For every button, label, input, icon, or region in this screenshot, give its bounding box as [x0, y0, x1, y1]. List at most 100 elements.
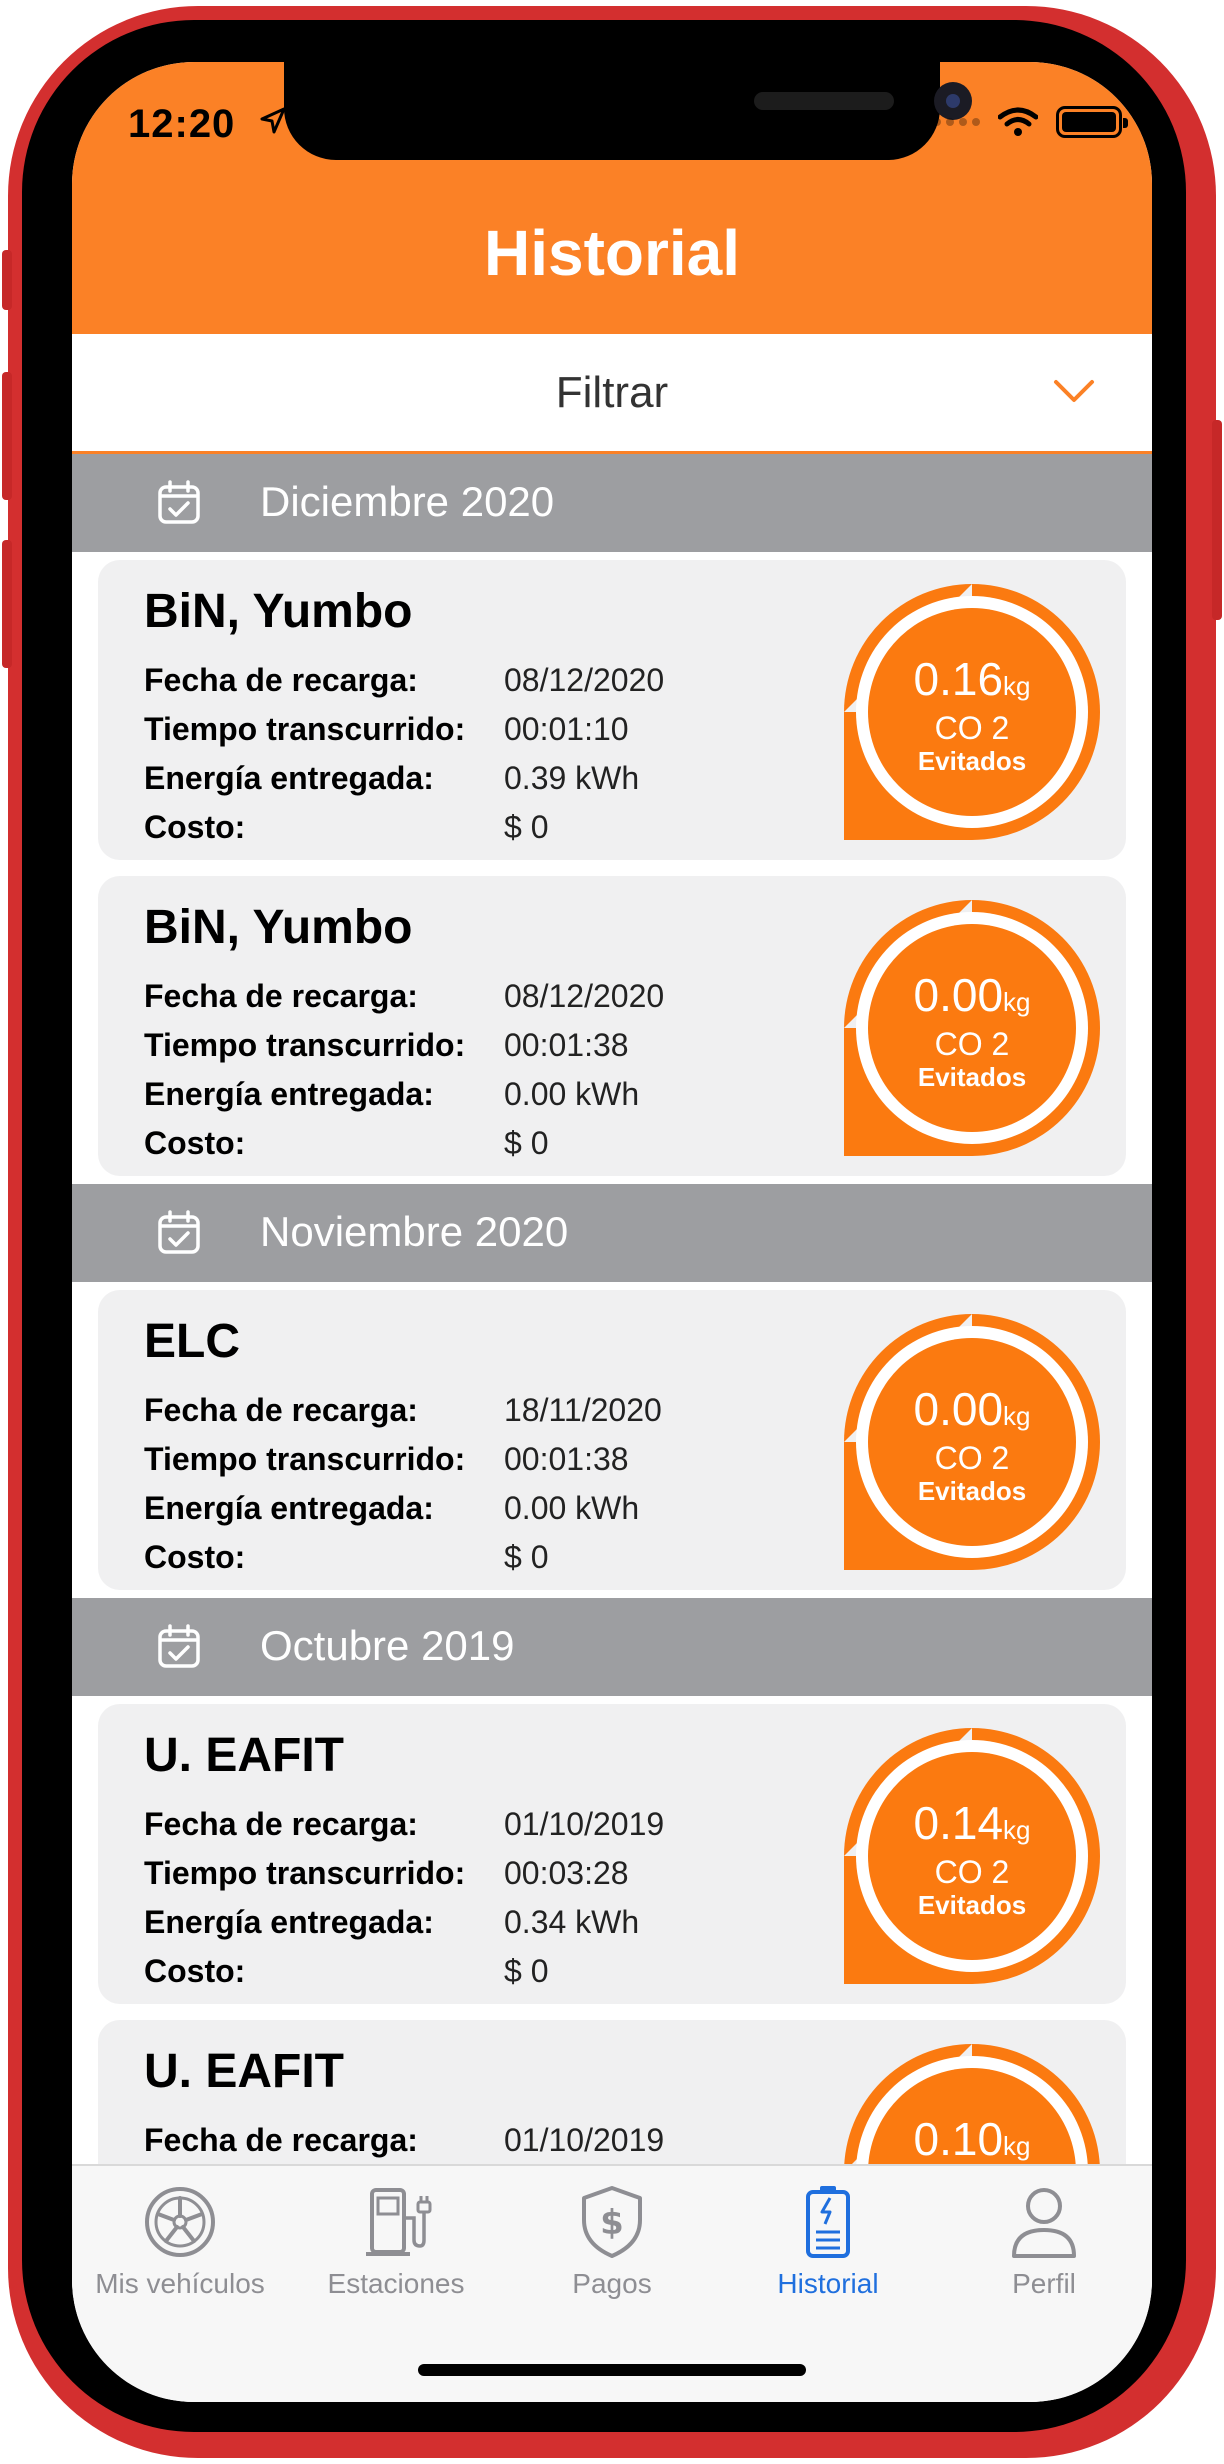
- cost-value: $ 0: [504, 1953, 549, 1989]
- co2-label: CO 2: [934, 1439, 1010, 1476]
- station-name: ELC: [144, 1315, 240, 1368]
- tab-label: Estaciones: [327, 2268, 465, 2299]
- person-icon: [1012, 2188, 1076, 2258]
- calendar-check-icon: [158, 480, 200, 524]
- energy-label: Energía entregada:: [144, 1904, 434, 1940]
- svg-text:$: $: [600, 2203, 624, 2243]
- co2-value: 0.00: [913, 968, 1004, 1021]
- wheel-icon: [145, 2187, 215, 2257]
- date-label: Fecha de recarga:: [144, 978, 418, 1014]
- energy-label: Energía entregada:: [144, 760, 434, 796]
- cost-label: Costo:: [144, 809, 246, 845]
- station-name: U. EAFIT: [144, 1729, 344, 1782]
- elapsed-label: Tiempo transcurrido:: [144, 1855, 466, 1891]
- tab-pagos[interactable]: $ Pagos: [504, 2184, 720, 2324]
- signal-icon: [933, 118, 980, 126]
- month-label: Octubre 2019: [260, 1622, 515, 1669]
- co2-badge: 0.16kg CO 2 Evitados: [844, 584, 1100, 840]
- date-label: Fecha de recarga:: [144, 2122, 418, 2158]
- elapsed-value: 00:01:38: [504, 1441, 629, 1477]
- co2-unit: kg: [1003, 2130, 1031, 2161]
- silent-switch: [2, 250, 12, 310]
- co2-value: 0.16: [913, 652, 1004, 705]
- avoided-label: Evitados: [917, 1475, 1027, 1506]
- month-label: Diciembre 2020: [260, 478, 555, 525]
- app-screen: 12:20 Historial Filtrar Diciembre 2020 B…: [72, 62, 1152, 2402]
- energy-label: Energía entregada:: [144, 1490, 434, 1526]
- station-name: U. EAFIT: [144, 2045, 344, 2098]
- speaker-grille: [754, 92, 894, 110]
- elapsed-label: Tiempo transcurrido:: [144, 1027, 466, 1063]
- date-label: Fecha de recarga:: [144, 1392, 418, 1428]
- elapsed-label: Tiempo transcurrido:: [144, 711, 466, 747]
- tab-mis-vehiculos[interactable]: Mis vehículos: [72, 2184, 288, 2324]
- cost-label: Costo:: [144, 1125, 246, 1161]
- co2-unit: kg: [1003, 986, 1031, 1017]
- battery-history-icon: [806, 2186, 850, 2258]
- tab-label: Historial: [777, 2268, 879, 2299]
- energy-value: 0.00 kWh: [504, 1490, 640, 1526]
- date-value: 01/10/2019: [504, 2122, 665, 2158]
- tab-estaciones[interactable]: Estaciones: [288, 2184, 504, 2324]
- volume-up-button: [2, 372, 12, 500]
- home-indicator[interactable]: [418, 2364, 806, 2376]
- date-label: Fecha de recarga:: [144, 1806, 418, 1842]
- avoided-label: Evitados: [917, 1889, 1027, 1920]
- date-value: 01/10/2019: [504, 1806, 665, 1842]
- month-label: Noviembre 2020: [260, 1208, 569, 1255]
- calendar-check-icon: [158, 1624, 200, 1668]
- avoided-label: Evitados: [917, 1061, 1027, 1092]
- shield-dollar-icon: $: [582, 2186, 642, 2258]
- date-label: Fecha de recarga:: [144, 662, 418, 698]
- energy-value: 0.34 kWh: [504, 1904, 640, 1940]
- month-header: Noviembre 2020: [72, 1184, 1152, 1282]
- tab-label: Mis vehículos: [95, 2268, 265, 2299]
- battery-icon: [1056, 106, 1128, 138]
- date-value: 08/12/2020: [504, 978, 665, 1014]
- co2-label: CO 2: [934, 709, 1010, 746]
- filter-dropdown[interactable]: Filtrar: [72, 334, 1152, 454]
- co2-unit: kg: [1003, 1814, 1031, 1845]
- co2-label: CO 2: [934, 1025, 1010, 1062]
- volume-down-button: [2, 540, 12, 668]
- page-title: Historial: [483, 217, 741, 289]
- tab-perfil[interactable]: Perfil: [936, 2184, 1152, 2324]
- elapsed-value: 00:03:28: [504, 1855, 629, 1891]
- co2-unit: kg: [1003, 1400, 1031, 1431]
- tab-label: Pagos: [572, 2268, 652, 2299]
- charge-record-card[interactable]: U. EAFIT Fecha de recarga: 01/10/2019 Tie…: [98, 1704, 1126, 2004]
- elapsed-label: Tiempo transcurrido:: [144, 1441, 466, 1477]
- co2-badge: 0.14kg CO 2 Evitados: [844, 1728, 1100, 1984]
- app-header: 12:20 Historial: [72, 62, 1152, 334]
- month-header: Diciembre 2020: [72, 454, 1152, 552]
- station-name: BiN, Yumbo: [144, 901, 413, 954]
- wifi-icon: [998, 107, 1038, 136]
- cost-value: $ 0: [504, 809, 549, 845]
- elapsed-value: 00:01:10: [504, 711, 629, 747]
- cost-label: Costo:: [144, 1539, 246, 1575]
- co2-value: 0.14: [913, 1796, 1004, 1849]
- charging-station-icon: [366, 2188, 432, 2256]
- energy-label: Energía entregada:: [144, 1076, 434, 1112]
- co2-label: CO 2: [934, 1853, 1010, 1890]
- device-notch: [284, 62, 972, 160]
- avoided-label: Evitados: [917, 745, 1027, 776]
- charge-record-card[interactable]: ELC Fecha de recarga: 18/11/2020 Tiempo t…: [98, 1290, 1126, 1590]
- tab-historial[interactable]: Historial: [720, 2184, 936, 2324]
- energy-value: 0.39 kWh: [504, 760, 640, 796]
- cost-value: $ 0: [504, 1539, 549, 1575]
- history-list: Diciembre 2020 BiN, Yumbo Fecha de recar…: [72, 454, 1152, 2328]
- co2-unit: kg: [1003, 670, 1031, 701]
- charge-record-card[interactable]: BiN, Yumbo Fecha de recarga: 08/12/2020 T…: [98, 876, 1126, 1176]
- filter-label: Filtrar: [555, 368, 669, 417]
- co2-badge: 0.00kg CO 2 Evitados: [844, 900, 1100, 1156]
- elapsed-value: 00:01:38: [504, 1027, 629, 1063]
- tab-label: Perfil: [1012, 2268, 1076, 2299]
- date-value: 08/12/2020: [504, 662, 665, 698]
- charge-record-card[interactable]: BiN, Yumbo Fecha de recarga: 08/12/2020 T…: [98, 560, 1126, 860]
- cost-label: Costo:: [144, 1953, 246, 1989]
- energy-value: 0.00 kWh: [504, 1076, 640, 1112]
- chevron-down-icon: [1054, 380, 1094, 402]
- status-indicators: [933, 106, 1128, 138]
- power-button: [1212, 420, 1222, 620]
